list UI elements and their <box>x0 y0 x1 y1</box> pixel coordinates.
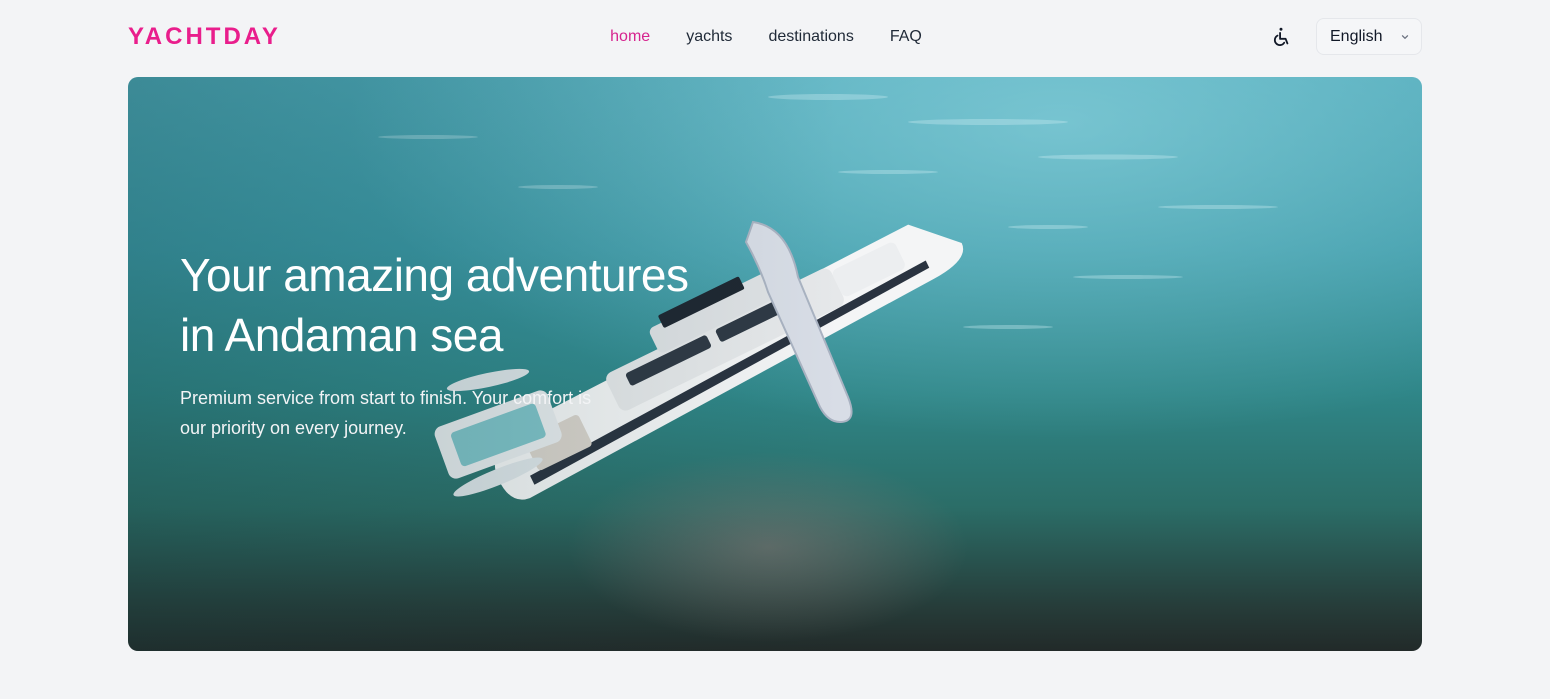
hero-title-line-1: Your amazing adventures <box>180 249 689 301</box>
hero-title: Your amazing adventures in Andaman sea <box>180 245 780 365</box>
nav-item-yachts[interactable]: yachts <box>686 28 732 46</box>
nav-item-destinations[interactable]: destinations <box>768 28 853 46</box>
main-nav: home yachts destinations FAQ <box>128 18 1422 56</box>
hero-subtitle: Premium service from start to finish. Yo… <box>180 383 630 443</box>
hero-subtitle-line-2: our priority on every journey. <box>180 418 407 438</box>
page: YACHTDAY home yachts destinations FAQ En… <box>0 0 1550 699</box>
hero-title-line-2: in Andaman sea <box>180 309 503 361</box>
hero-subtitle-line-1: Premium service from start to finish. Yo… <box>180 388 592 408</box>
language-select-value: English <box>1330 27 1383 45</box>
nav-item-home[interactable]: home <box>610 28 650 46</box>
nav-item-faq[interactable]: FAQ <box>890 28 922 46</box>
hero-banner: Your amazing adventures in Andaman sea P… <box>128 77 1422 651</box>
site-header: YACHTDAY home yachts destinations FAQ En… <box>128 18 1422 56</box>
chevron-down-icon <box>1401 35 1409 39</box>
language-select[interactable]: English <box>1316 18 1422 55</box>
wheelchair-icon <box>1273 27 1289 47</box>
accessibility-button[interactable] <box>1268 24 1294 50</box>
